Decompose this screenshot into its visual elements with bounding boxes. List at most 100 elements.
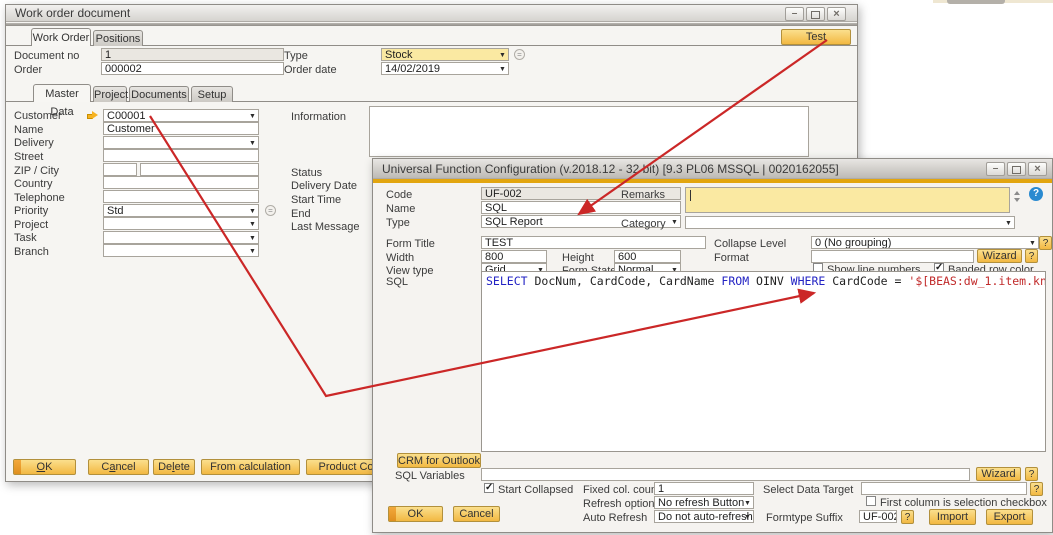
from-calculation-button[interactable]: From calculation	[201, 459, 300, 475]
zip-field[interactable]	[103, 163, 137, 176]
work-order-titlebar[interactable]: Work order document	[6, 5, 857, 22]
priority-combo[interactable]: Std	[103, 204, 259, 217]
street-field[interactable]	[103, 149, 259, 162]
help-icon[interactable]	[1029, 187, 1043, 201]
category-combo[interactable]	[685, 216, 1015, 229]
height-field[interactable]: 600	[614, 250, 681, 263]
dropdown-arrow-icon[interactable]	[670, 218, 679, 227]
type-detail-circle-icon[interactable]	[514, 49, 525, 60]
format-field[interactable]	[811, 250, 974, 263]
auto-refresh-combo[interactable]: Do not auto-refresh	[654, 510, 754, 523]
uf-ok-button[interactable]: OK	[388, 506, 443, 522]
branch-combo[interactable]	[103, 244, 259, 257]
export-button[interactable]: Export	[986, 509, 1033, 525]
remarks-spinner[interactable]	[1012, 191, 1021, 202]
dropdown-arrow-icon[interactable]	[743, 499, 752, 508]
dropdown-arrow-icon[interactable]	[248, 247, 257, 256]
order-date-combo[interactable]: 14/02/2019	[381, 62, 509, 75]
uf-titlebar[interactable]: Universal Function Configuration (v.2018…	[373, 159, 1052, 179]
fixed-col-count-field[interactable]: 1	[654, 482, 754, 495]
collapse-level-combo[interactable]: 0 (No grouping)	[811, 236, 1039, 249]
dropdown-arrow-icon[interactable]	[248, 207, 257, 216]
project-combo[interactable]	[103, 217, 259, 230]
sql-variables-help-button[interactable]: ?	[1025, 467, 1038, 481]
country-field[interactable]	[103, 176, 259, 189]
collapse-level-help-button[interactable]: ?	[1039, 236, 1052, 250]
width-field[interactable]: 800	[481, 250, 547, 263]
delete-button[interactable]: Delete	[153, 459, 195, 475]
spinner-up-icon[interactable]	[1014, 191, 1020, 195]
end-label: End	[291, 208, 311, 220]
delivery-combo[interactable]	[103, 136, 259, 149]
refresh-option-combo[interactable]: No refresh Button	[654, 496, 754, 509]
uf-cancel-button[interactable]: Cancel	[453, 506, 500, 522]
code-label: Code	[386, 189, 412, 201]
order-field[interactable]: 000002	[101, 62, 284, 75]
crm-for-outlook-button[interactable]: CRM for Outlook	[397, 453, 481, 468]
maximize-icon[interactable]	[806, 7, 825, 21]
maximize-icon[interactable]	[1007, 162, 1026, 176]
priority-detail-circle-icon[interactable]	[265, 205, 276, 216]
dropdown-arrow-icon[interactable]	[1004, 219, 1013, 228]
street-label: Street	[14, 151, 43, 163]
ok-button[interactable]: OK	[13, 459, 76, 475]
sql-table: OINV	[749, 274, 791, 288]
tab-project[interactable]: Project	[93, 86, 127, 102]
dropdown-arrow-icon[interactable]	[498, 65, 507, 74]
task-combo[interactable]	[103, 231, 259, 244]
type-combo[interactable]: Stock	[381, 48, 509, 61]
tab-documents[interactable]: Documents	[129, 86, 189, 102]
import-button[interactable]: Import	[929, 509, 976, 525]
tab-setup[interactable]: Setup	[191, 86, 233, 102]
dropdown-arrow-icon[interactable]	[248, 234, 257, 243]
test-button[interactable]: Test	[781, 29, 851, 45]
city-field[interactable]	[140, 163, 259, 176]
start-collapsed-checkbox[interactable]	[484, 483, 494, 493]
sql-variables-field[interactable]	[481, 468, 970, 481]
select-data-target-help-button[interactable]: ?	[1030, 482, 1043, 496]
form-title-field[interactable]: TEST	[481, 236, 706, 249]
document-no-field[interactable]: 1	[101, 48, 284, 61]
close-icon[interactable]	[1028, 162, 1047, 176]
dropdown-arrow-icon[interactable]	[498, 51, 507, 60]
last-message-label: Last Message	[291, 221, 359, 233]
sql-keyword: WHERE	[791, 274, 826, 288]
sql-variables-label: SQL Variables	[395, 470, 465, 482]
height-label: Height	[562, 252, 594, 264]
format-help-button[interactable]: ?	[1025, 249, 1038, 263]
tab-work-order[interactable]: Work Order	[31, 28, 91, 46]
order-label: Order	[14, 64, 42, 76]
formtype-suffix-help-button[interactable]: ?	[901, 510, 914, 524]
form-title-label: Form Title	[386, 238, 435, 250]
spinner-down-icon[interactable]	[1014, 198, 1020, 202]
document-no-label: Document no	[14, 50, 79, 62]
dropdown-arrow-icon[interactable]	[1028, 239, 1037, 248]
dropdown-arrow-icon[interactable]	[248, 139, 257, 148]
first-column-selection-checkbox[interactable]	[866, 496, 876, 506]
telephone-field[interactable]	[103, 190, 259, 203]
select-data-target-field[interactable]	[861, 482, 1027, 495]
format-wizard-button[interactable]: Wizard	[977, 249, 1022, 263]
dropdown-arrow-icon[interactable]	[248, 220, 257, 229]
customer-combo[interactable]: C00001	[103, 109, 259, 122]
cancel-button[interactable]: Cancel	[88, 459, 149, 475]
dropdown-arrow-icon[interactable]	[743, 513, 752, 522]
sql-columns: DocNum, CardCode, CardName	[528, 274, 722, 288]
tab-positions[interactable]: Positions	[93, 30, 143, 46]
tab-master-data[interactable]: Master Data	[33, 84, 91, 102]
sql-editor[interactable]: SELECT DocNum, CardCode, CardName FROM O…	[481, 271, 1046, 452]
minimize-icon[interactable]	[986, 162, 1005, 176]
sql-keyword: FROM	[721, 274, 749, 288]
category-label: Category	[621, 218, 666, 230]
uf-gold-bar	[373, 179, 1052, 183]
information-textarea[interactable]	[369, 106, 809, 157]
link-arrow-icon[interactable]	[87, 111, 99, 120]
dropdown-arrow-icon[interactable]	[248, 112, 257, 121]
uf-name-field[interactable]: SQL	[481, 201, 681, 214]
remarks-field[interactable]	[685, 187, 1010, 213]
name-field[interactable]: Customer	[103, 122, 259, 135]
formtype-suffix-field[interactable]: UF-002	[859, 510, 897, 523]
minimize-icon[interactable]	[785, 7, 804, 21]
sql-variables-wizard-button[interactable]: Wizard	[976, 467, 1021, 481]
close-icon[interactable]	[827, 7, 846, 21]
